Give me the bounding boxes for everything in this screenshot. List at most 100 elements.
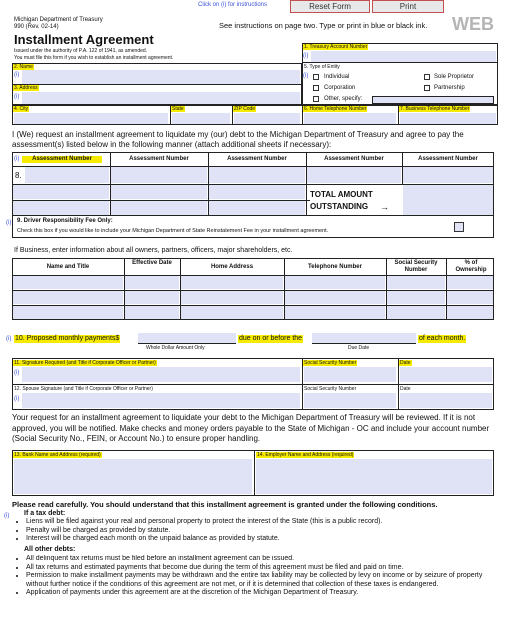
info-icon[interactable]: (i) xyxy=(14,370,19,377)
review-text: Your request for an installment agreemen… xyxy=(12,413,490,443)
assessment-input[interactable] xyxy=(13,201,109,215)
corporation-checkbox[interactable] xyxy=(313,85,319,91)
owner-ssn-input[interactable] xyxy=(387,276,445,289)
owner-ssn-input[interactable] xyxy=(387,306,445,319)
assessment-header: Assessment Number xyxy=(227,156,287,162)
owners-header-address: Home Address xyxy=(210,264,254,270)
owner-percent-input[interactable] xyxy=(447,276,493,289)
owner-percent-input[interactable] xyxy=(447,306,493,319)
spouse-signature-input[interactable] xyxy=(22,393,300,408)
bank-input[interactable] xyxy=(14,459,252,494)
list-item: Interest will be charged each month on t… xyxy=(26,535,498,544)
owners-header-ssn: Social Security Number xyxy=(394,260,438,273)
individual-checkbox[interactable] xyxy=(313,74,319,80)
employer-input[interactable] xyxy=(256,459,492,494)
driver-fee-checkbox[interactable] xyxy=(454,222,464,232)
name-input[interactable] xyxy=(22,70,300,84)
assessment-header: Assessment Number xyxy=(324,156,384,162)
info-icon[interactable]: (i) xyxy=(14,156,19,163)
partnership-checkbox[interactable] xyxy=(424,85,430,91)
sole-proprietor-label: Sole Proprietor xyxy=(434,74,475,80)
spouse-date-input[interactable] xyxy=(400,393,492,408)
ssn-label: Social Security Number xyxy=(303,360,358,366)
web-label: WEB xyxy=(452,14,494,34)
state-input[interactable] xyxy=(172,113,230,124)
tax-debt-heading: If a tax debt: xyxy=(24,510,66,517)
spouse-ssn-input[interactable] xyxy=(304,393,396,408)
info-icon[interactable]: (i) xyxy=(6,336,11,343)
assessment-input[interactable] xyxy=(209,185,305,199)
info-icon[interactable]: (i) xyxy=(14,72,19,79)
assessment-input[interactable] xyxy=(307,167,401,183)
other-debts-heading: All other debts: xyxy=(24,546,76,553)
assessment-input[interactable] xyxy=(111,185,207,199)
info-icon[interactable]: (i) xyxy=(303,53,308,60)
assessment-input[interactable] xyxy=(111,167,207,183)
info-icon[interactable]: (i) xyxy=(4,513,9,520)
assessment-input[interactable] xyxy=(209,167,305,183)
department-name: Michigan Department of Treasury xyxy=(14,17,103,23)
due-date-input[interactable] xyxy=(312,333,416,344)
owner-address-input[interactable] xyxy=(181,306,283,319)
owner-name-input[interactable] xyxy=(13,276,123,289)
assessment-input[interactable] xyxy=(25,167,109,183)
total-outstanding-input[interactable] xyxy=(403,185,493,215)
corporation-label: Corporation xyxy=(324,85,356,91)
owner-date-input[interactable] xyxy=(125,306,179,319)
of-month-label: of each month. xyxy=(418,335,467,343)
city-input[interactable] xyxy=(14,113,168,124)
info-icon[interactable]: (i) xyxy=(303,73,308,80)
driver-fee-label: 9. Driver Responsibility Fee Only: xyxy=(17,218,113,224)
print-button[interactable]: Print xyxy=(372,0,444,13)
address-input[interactable] xyxy=(22,92,300,104)
instructions-hint: Click on (i) for instructions xyxy=(198,2,268,8)
owner-address-input[interactable] xyxy=(181,276,283,289)
zip-label: ZIP Code xyxy=(233,106,257,112)
amount-sublabel: Whole Dollar Amount Only xyxy=(146,345,205,351)
list-item: Permission to make installment payments … xyxy=(26,572,498,589)
state-label: State xyxy=(171,106,185,112)
owner-phone-input[interactable] xyxy=(285,276,385,289)
other-checkbox[interactable] xyxy=(313,96,319,102)
monthly-payment-input[interactable] xyxy=(138,333,236,344)
other-specify-input[interactable] xyxy=(372,96,494,104)
owner-phone-input[interactable] xyxy=(285,291,385,304)
sole-proprietor-checkbox[interactable] xyxy=(424,74,430,80)
owner-date-input[interactable] xyxy=(125,291,179,304)
assessment-input[interactable] xyxy=(403,167,493,183)
signature-input[interactable] xyxy=(22,367,300,382)
owner-name-input[interactable] xyxy=(13,306,123,319)
owner-phone-input[interactable] xyxy=(285,306,385,319)
tax-debt-list: Liens will be filed against your real an… xyxy=(14,518,498,544)
bank-label: 13. Bank Name and Address (required) xyxy=(13,452,102,458)
business-phone-input[interactable] xyxy=(400,113,496,124)
treasury-account-input[interactable] xyxy=(311,51,496,62)
due-date-sublabel: Due Date xyxy=(348,345,370,351)
info-icon[interactable]: (i) xyxy=(14,396,19,403)
ssn-input[interactable] xyxy=(304,367,396,382)
list-item: Penalty will be charged as provided by s… xyxy=(26,527,498,536)
owner-address-input[interactable] xyxy=(181,291,283,304)
assessment-input[interactable] xyxy=(13,185,109,199)
owners-header-ownership: % of Ownership xyxy=(455,260,487,273)
individual-label: Individual xyxy=(324,74,350,80)
other-label: Other, specify: xyxy=(324,96,363,102)
assessment-input[interactable] xyxy=(111,201,207,215)
total-label-line2: OUTSTANDING xyxy=(310,202,369,211)
assessment-header: Assessment Number xyxy=(418,156,478,162)
owner-name-input[interactable] xyxy=(13,291,123,304)
zip-input[interactable] xyxy=(234,113,300,124)
home-phone-input[interactable] xyxy=(304,113,396,124)
date-input[interactable] xyxy=(400,367,492,382)
info-icon[interactable]: (i) xyxy=(14,94,19,101)
owner-percent-input[interactable] xyxy=(447,291,493,304)
driver-fee-text: Check this box if you would like to incl… xyxy=(17,228,329,234)
owner-date-input[interactable] xyxy=(125,276,179,289)
reset-form-button[interactable]: Reset Form xyxy=(290,0,370,13)
assessment-input[interactable] xyxy=(209,201,305,215)
partnership-label: Partnership xyxy=(434,85,465,91)
row-number-label: 8. xyxy=(15,171,22,180)
payments-label: 10. Proposed monthly payments$ xyxy=(14,335,121,343)
info-icon[interactable]: (i) xyxy=(6,220,11,227)
owner-ssn-input[interactable] xyxy=(387,291,445,304)
